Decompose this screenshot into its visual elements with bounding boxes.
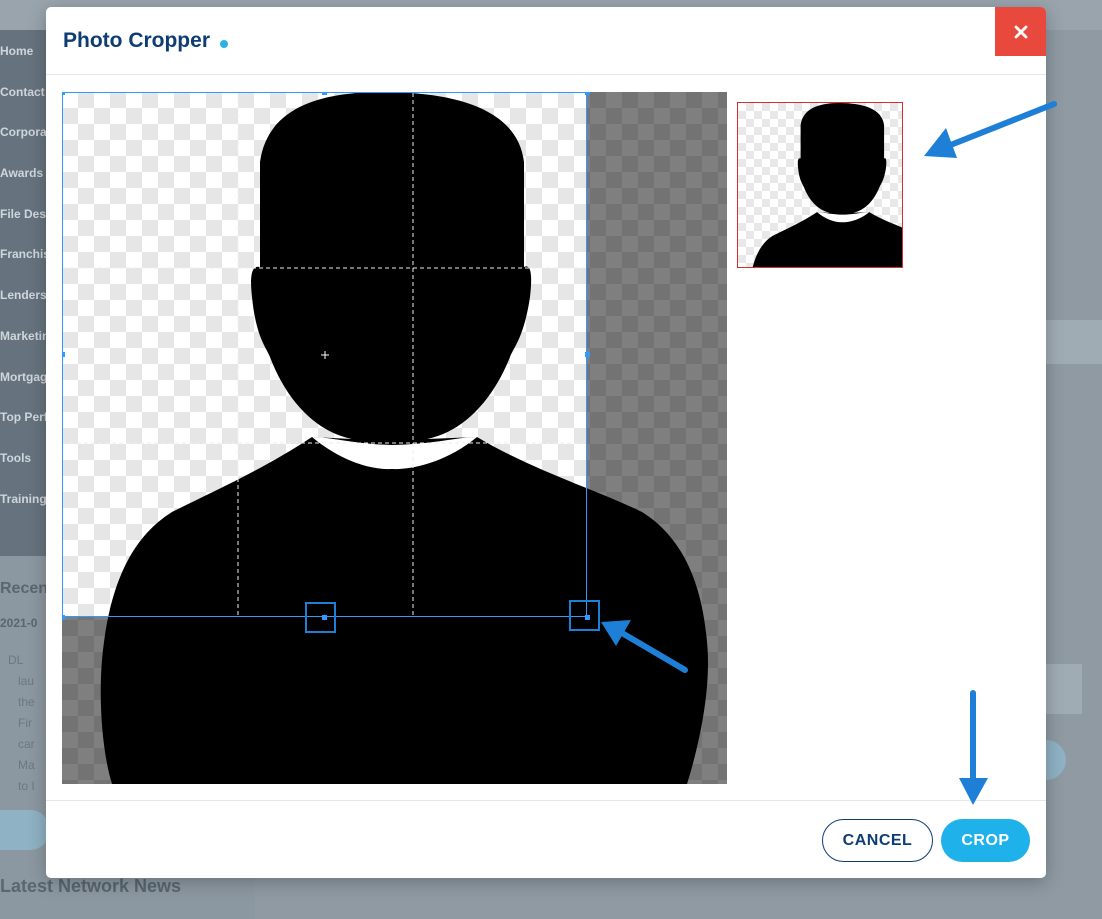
cancel-button[interactable]: CANCEL [822,819,933,862]
background-nav: Home Contact Corpora Awards File Desk Fr… [0,30,46,526]
bg-nav-item: Tools [0,450,32,465]
cropper-canvas[interactable] [62,92,727,784]
bg-recent-date: 2021-0 [0,616,38,630]
bg-right-block [1046,664,1082,714]
crop-button[interactable]: CROP [941,819,1030,862]
bg-nav-item: Franchis [0,247,46,262]
close-icon [1014,25,1027,38]
bg-nav-item: File Desk [0,206,46,221]
bg-right-block [1046,320,1102,364]
close-button[interactable] [995,7,1046,56]
bg-nav-item: Top Perf [0,410,46,425]
title-status-dot [220,40,228,48]
bg-nav-item: Corpora [0,125,46,140]
dialog-title: Photo Cropper [63,29,210,52]
dialog-header: Photo Cropper [46,7,1046,75]
bg-recent-bullet: DL lau the Fir car Ma to I [8,653,35,793]
bg-nav-item: Mortgag [0,369,46,384]
preview-silhouette-icon [752,103,902,267]
photo-cropper-dialog: Photo Cropper CANCEL CROP [46,7,1046,878]
bg-recent-title: Recen [0,580,49,597]
bg-nav-item: Awards [0,166,44,181]
bg-nav-item: Training [0,491,46,506]
background-sidebar: Home Contact Corpora Awards File Desk Fr… [0,30,46,556]
person-silhouette-icon [100,92,708,784]
dialog-footer: CANCEL CROP [46,800,1046,878]
bg-pill-button [0,810,50,850]
crop-preview [737,102,903,268]
bg-nav-item: Marketin [0,328,46,343]
bg-news-title: Latest Network News [0,876,182,896]
bg-nav-item: Home [0,44,34,58]
bg-nav-item: Lenders [0,288,46,303]
bg-nav-item: Contact [0,84,45,99]
